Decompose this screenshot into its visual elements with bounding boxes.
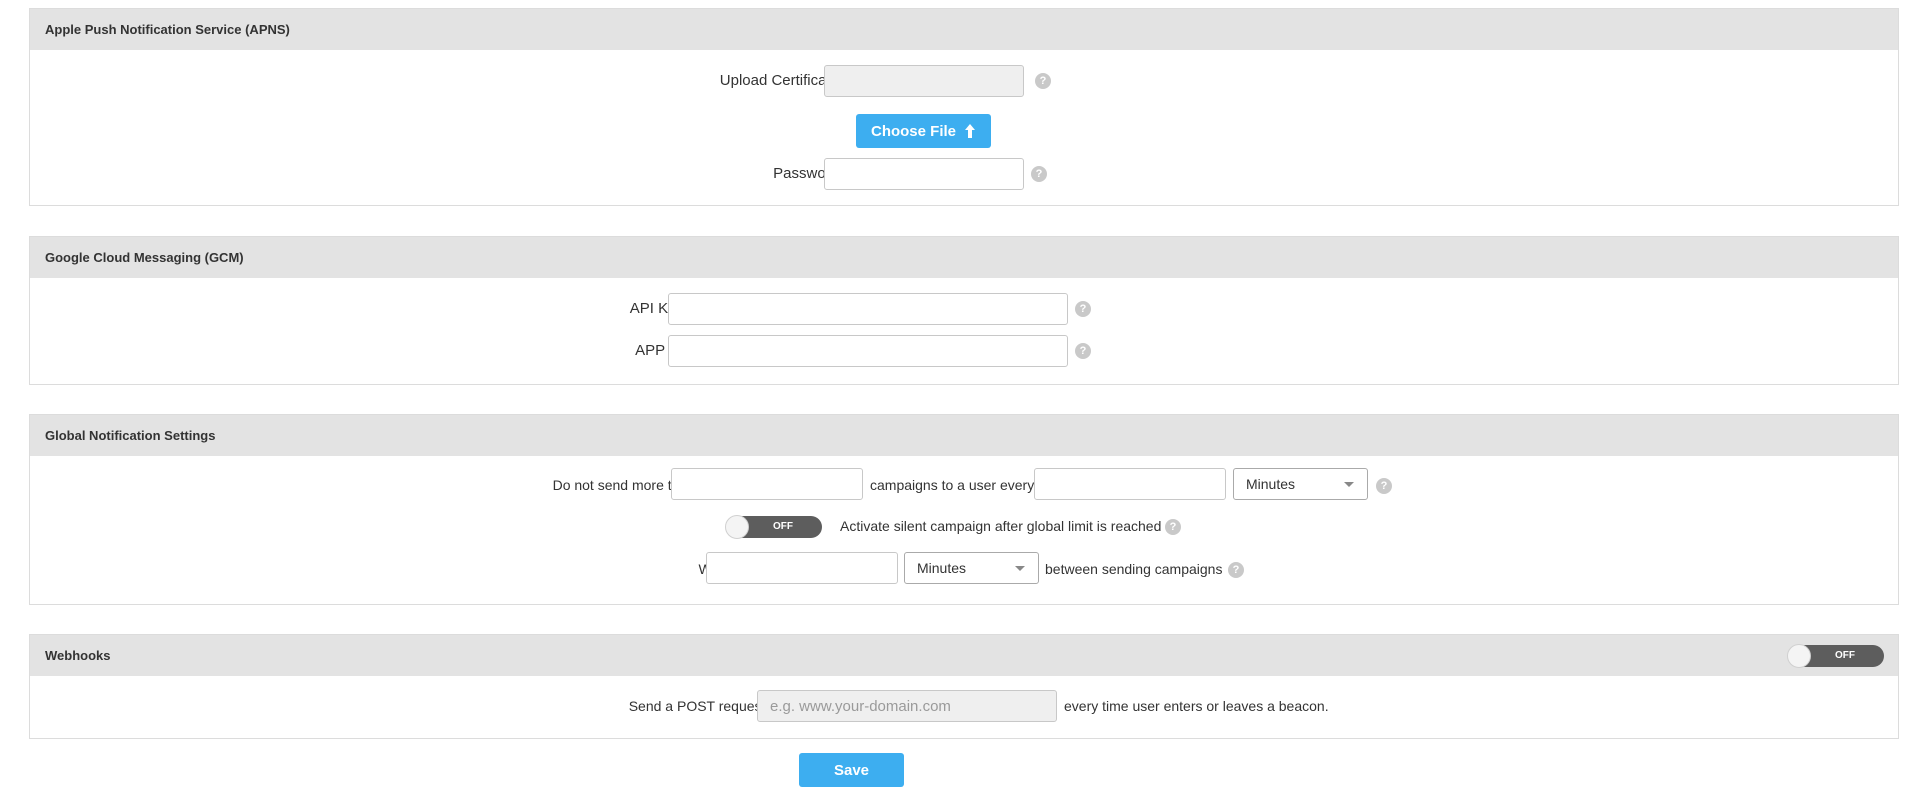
webhooks-panel: Webhooks OFF Send a POST request to ever… [29, 634, 1899, 739]
upload-certificate-field[interactable] [824, 65, 1024, 97]
app-id-help-icon[interactable]: ? [1075, 343, 1091, 359]
send-limit-help-icon[interactable]: ? [1376, 478, 1392, 494]
save-label: Save [833, 761, 870, 779]
caret-down-icon [1015, 566, 1025, 571]
silent-toggle-state: OFF [773, 521, 793, 532]
global-settings-title: Global Notification Settings [45, 428, 216, 443]
campaigns-middle-text: campaigns to a user every [870, 477, 1035, 493]
interval-field[interactable] [1034, 468, 1226, 500]
silent-campaign-label: Activate silent campaign after global li… [840, 518, 1162, 534]
apns-title: Apple Push Notification Service (APNS) [45, 22, 290, 37]
webhooks-toggle[interactable]: OFF [1787, 644, 1884, 668]
upload-arrow-icon [965, 124, 975, 138]
campaigns-count-field[interactable] [671, 468, 863, 500]
interval-unit-value: Minutes [1246, 476, 1296, 492]
password-help-icon[interactable]: ? [1031, 166, 1047, 182]
wait-suffix: between sending campaigns [1045, 561, 1223, 577]
save-button[interactable]: Save [799, 753, 904, 787]
choose-file-label: Choose File [870, 122, 956, 140]
wait-unit-value: Minutes [917, 560, 967, 576]
silent-campaign-toggle[interactable]: OFF [725, 515, 822, 539]
apns-header: Apple Push Notification Service (APNS) [30, 9, 1898, 50]
caret-down-icon [1344, 482, 1354, 487]
api-key-help-icon[interactable]: ? [1075, 301, 1091, 317]
webhook-url-field[interactable] [757, 690, 1057, 722]
silent-campaign-help-icon[interactable]: ? [1165, 519, 1181, 535]
app-id-field[interactable] [668, 335, 1068, 367]
global-settings-panel: Global Notification Settings Do not send… [29, 414, 1899, 605]
api-key-field[interactable] [668, 293, 1068, 325]
password-field[interactable] [824, 158, 1024, 190]
upload-certificate-label: Upload Certificate [719, 72, 839, 89]
webhooks-header: Webhooks OFF [30, 635, 1898, 676]
wait-help-icon[interactable]: ? [1228, 562, 1244, 578]
interval-unit-select[interactable]: Minutes [1233, 468, 1368, 500]
wait-field[interactable] [706, 552, 898, 584]
upload-certificate-help-icon[interactable]: ? [1035, 73, 1051, 89]
global-settings-header: Global Notification Settings [30, 415, 1898, 456]
gcm-panel: Google Cloud Messaging (GCM) API Key ? A… [29, 236, 1899, 385]
post-request-suffix: every time user enters or leaves a beaco… [1064, 698, 1329, 714]
gcm-title: Google Cloud Messaging (GCM) [45, 250, 244, 265]
wait-unit-select[interactable]: Minutes [904, 552, 1039, 584]
apns-panel: Apple Push Notification Service (APNS) U… [29, 8, 1899, 206]
webhooks-toggle-state: OFF [1835, 650, 1855, 661]
choose-file-button[interactable]: Choose File [856, 114, 991, 148]
gcm-header: Google Cloud Messaging (GCM) [30, 237, 1898, 278]
webhooks-title: Webhooks [45, 648, 111, 663]
